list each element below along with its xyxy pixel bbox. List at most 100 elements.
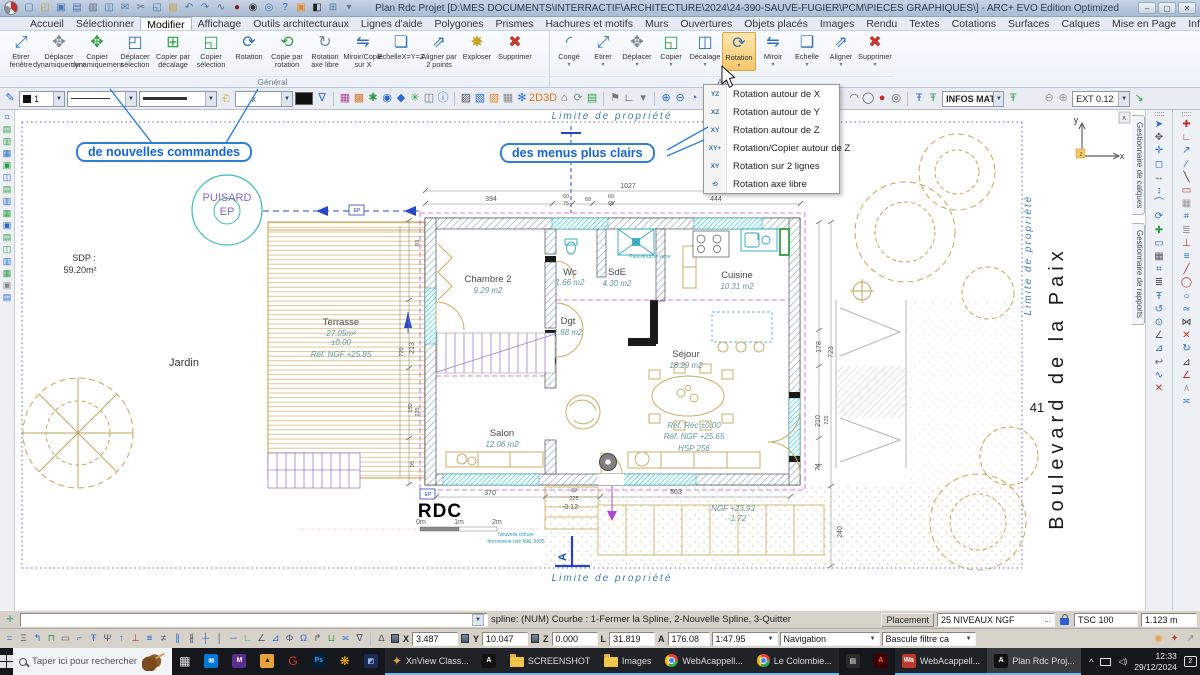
coord-field-l[interactable]: 31.819 (609, 631, 656, 646)
sun-icon[interactable]: ◉ (1152, 633, 1165, 644)
tool-icon[interactable]: ⌒ (1153, 197, 1165, 210)
zoom-doc-icon[interactable]: ◉ (246, 1, 260, 15)
tool-icon[interactable]: ◫ (1, 244, 13, 255)
tab-accueil[interactable]: Accueil (24, 17, 70, 30)
tool-icon[interactable]: ▭ (1181, 184, 1193, 197)
redo-icon[interactable]: ↷ (198, 1, 212, 15)
eye-icon[interactable]: ◎ (262, 1, 276, 15)
tool-icon[interactable]: ▤ (1, 232, 13, 243)
tool-icon[interactable]: ◫ (1, 172, 13, 183)
tool-icon[interactable]: Ω (297, 633, 310, 644)
exploser-button[interactable]: ✸ Exploser (458, 32, 496, 77)
placement-button[interactable]: Placement (881, 612, 934, 627)
tool-icon[interactable]: ▦ (1, 268, 13, 279)
tool-icon[interactable]: ∇ (353, 633, 366, 644)
tool-icon[interactable]: ∠ (1153, 329, 1165, 342)
tool-icon[interactable]: ╲ (1181, 171, 1193, 184)
magix-app-button[interactable]: M (225, 648, 253, 675)
deplacer-selection-button[interactable]: ◰ Déplacer sélection (116, 32, 154, 77)
image-icon[interactable]: ▤ (70, 1, 84, 15)
tool-icon[interactable]: ∿ (1153, 369, 1165, 382)
tool-icon[interactable]: ▦ (1181, 197, 1193, 210)
tool-icon[interactable]: ↗ (1181, 144, 1193, 157)
refresh-icon[interactable]: ⟳ (571, 90, 585, 107)
tool-icon[interactable]: ▭ (1153, 237, 1165, 250)
add-icon[interactable]: ⊞ (326, 1, 340, 15)
leaf-icon[interactable]: ✳ (408, 90, 422, 107)
close-button[interactable]: ✕ (1178, 2, 1196, 14)
tool-icon[interactable]: ◻ (1153, 158, 1165, 171)
scale-combo[interactable]: 1:47.95 ▼ (711, 631, 778, 646)
menu-item-rotation-autour-de-y[interactable]: XZ Rotation autour de Y (704, 103, 839, 121)
tool-icon[interactable]: ≡ (143, 633, 156, 644)
tool-icon[interactable]: ○ (1181, 290, 1193, 303)
tool-icon[interactable]: ∧ (1181, 382, 1193, 395)
paint-bucket-icon[interactable]: ∇ (315, 90, 329, 107)
contrast-icon[interactable]: ◧ (310, 1, 324, 15)
tool-icon[interactable]: ✕ (1153, 382, 1165, 395)
info-icon[interactable]: ⓘ (436, 90, 450, 107)
tab-images[interactable]: Images (814, 17, 860, 30)
infos-materiaux-combo[interactable]: INFOS MATE▼ (942, 90, 1005, 107)
freehand-icon[interactable]: ∿ (214, 1, 228, 15)
warning-app-button[interactable]: ▲ (253, 648, 281, 675)
tab-polygones[interactable]: Polygones (428, 17, 489, 30)
minimize-button[interactable]: – (1138, 2, 1156, 14)
g-app-button[interactable]: G (281, 648, 304, 675)
rotation-button[interactable]: ⟳ Rotation ▾ (722, 32, 756, 71)
tool-icon[interactable]: ≣ (1181, 224, 1193, 237)
tool-icon[interactable]: ≍ (1181, 395, 1193, 408)
tool-icon[interactable]: ▣ (1, 160, 13, 171)
mode-combo[interactable]: Navigation ▼ (779, 631, 880, 646)
chevron-down-icon[interactable]: ▾ (669, 62, 672, 69)
help-icon[interactable]: ? (278, 1, 292, 15)
tool-icon[interactable]: ▥ (1, 136, 13, 147)
coord-lock-icon[interactable] (461, 634, 470, 643)
theme-icon[interactable]: ▣ (294, 1, 308, 15)
line-width-combo[interactable]: ▼ (139, 90, 217, 107)
tool-icon[interactable]: ➤ (1153, 118, 1165, 131)
menu-item-rotation-autour-de-z[interactable]: XY Rotation autour de Z (704, 121, 839, 139)
tab-prismes[interactable]: Prismes (490, 17, 540, 30)
tool-icon[interactable]: Φ (283, 633, 296, 644)
tab-s-lectionner[interactable]: Sélectionner (70, 17, 140, 30)
preview-icon[interactable]: ◫ (102, 1, 116, 15)
tool-icon[interactable]: ≍ (339, 633, 352, 644)
hatch-toggle1-icon[interactable]: ▨ (459, 90, 473, 107)
paste-icon[interactable]: ▨ (166, 1, 180, 15)
chevron-down-icon[interactable]: ▾ (601, 62, 604, 69)
open-icon[interactable]: ◰ (38, 1, 52, 15)
cut-icon[interactable]: ✂ (134, 1, 148, 15)
tray-chevron-icon[interactable]: ^ (1089, 657, 1093, 667)
pen-style-icon[interactable]: ✎ (3, 90, 17, 107)
chevron-down-icon[interactable]: ▼ (472, 613, 484, 626)
a-red-app-button[interactable]: A (867, 648, 895, 675)
coord-lock-icon[interactable] (531, 634, 540, 643)
tab-textes[interactable]: Textes (903, 17, 945, 30)
tool-icon[interactable]: ⌐ (73, 633, 86, 644)
tool-icon[interactable]: ↱ (311, 633, 324, 644)
copy-icon[interactable]: ◱ (150, 1, 164, 15)
hatch-combo[interactable]: x ▼ (235, 90, 293, 107)
record-icon[interactable]: ● (230, 1, 244, 15)
chevron-down-icon[interactable]: ▾ (567, 62, 570, 69)
drawing-canvas[interactable]: Limite de propriété Limite de propriété Li… (15, 110, 1132, 610)
home-icon[interactable]: ⌂ (557, 90, 571, 107)
tool-icon[interactable]: ▦ (1153, 250, 1165, 263)
tool-icon[interactable]: ▣ (1, 220, 13, 231)
tool-icon[interactable]: ⊥ (129, 633, 142, 644)
2d-view-icon[interactable]: 2D (529, 90, 543, 107)
tool-icon[interactable]: ⌗ (1, 112, 13, 123)
supprimer-button[interactable]: ✖ Supprimer (496, 32, 534, 77)
tool-icon[interactable]: ↻ (1181, 342, 1193, 355)
coord-field-z[interactable]: 0.000 (551, 631, 598, 646)
tool-icon[interactable]: ⊿ (1181, 356, 1193, 369)
deplacer-button[interactable]: ✥ Déplacer ▾ (620, 32, 654, 71)
tool-icon[interactable]: ⋈ (1181, 316, 1193, 329)
copier-dynamiquement-button[interactable]: ✥ Copier dynamiquement (71, 32, 123, 77)
extension-combo[interactable]: EXT 0.12 ▼ (1072, 90, 1131, 107)
tool-icon[interactable]: ─ (227, 633, 240, 644)
tab-objets-plac-s[interactable]: Objets placés (738, 17, 814, 30)
tool-icon[interactable]: ✛ (1153, 144, 1165, 157)
zoom-out-icon[interactable]: ⊖ (673, 90, 687, 107)
